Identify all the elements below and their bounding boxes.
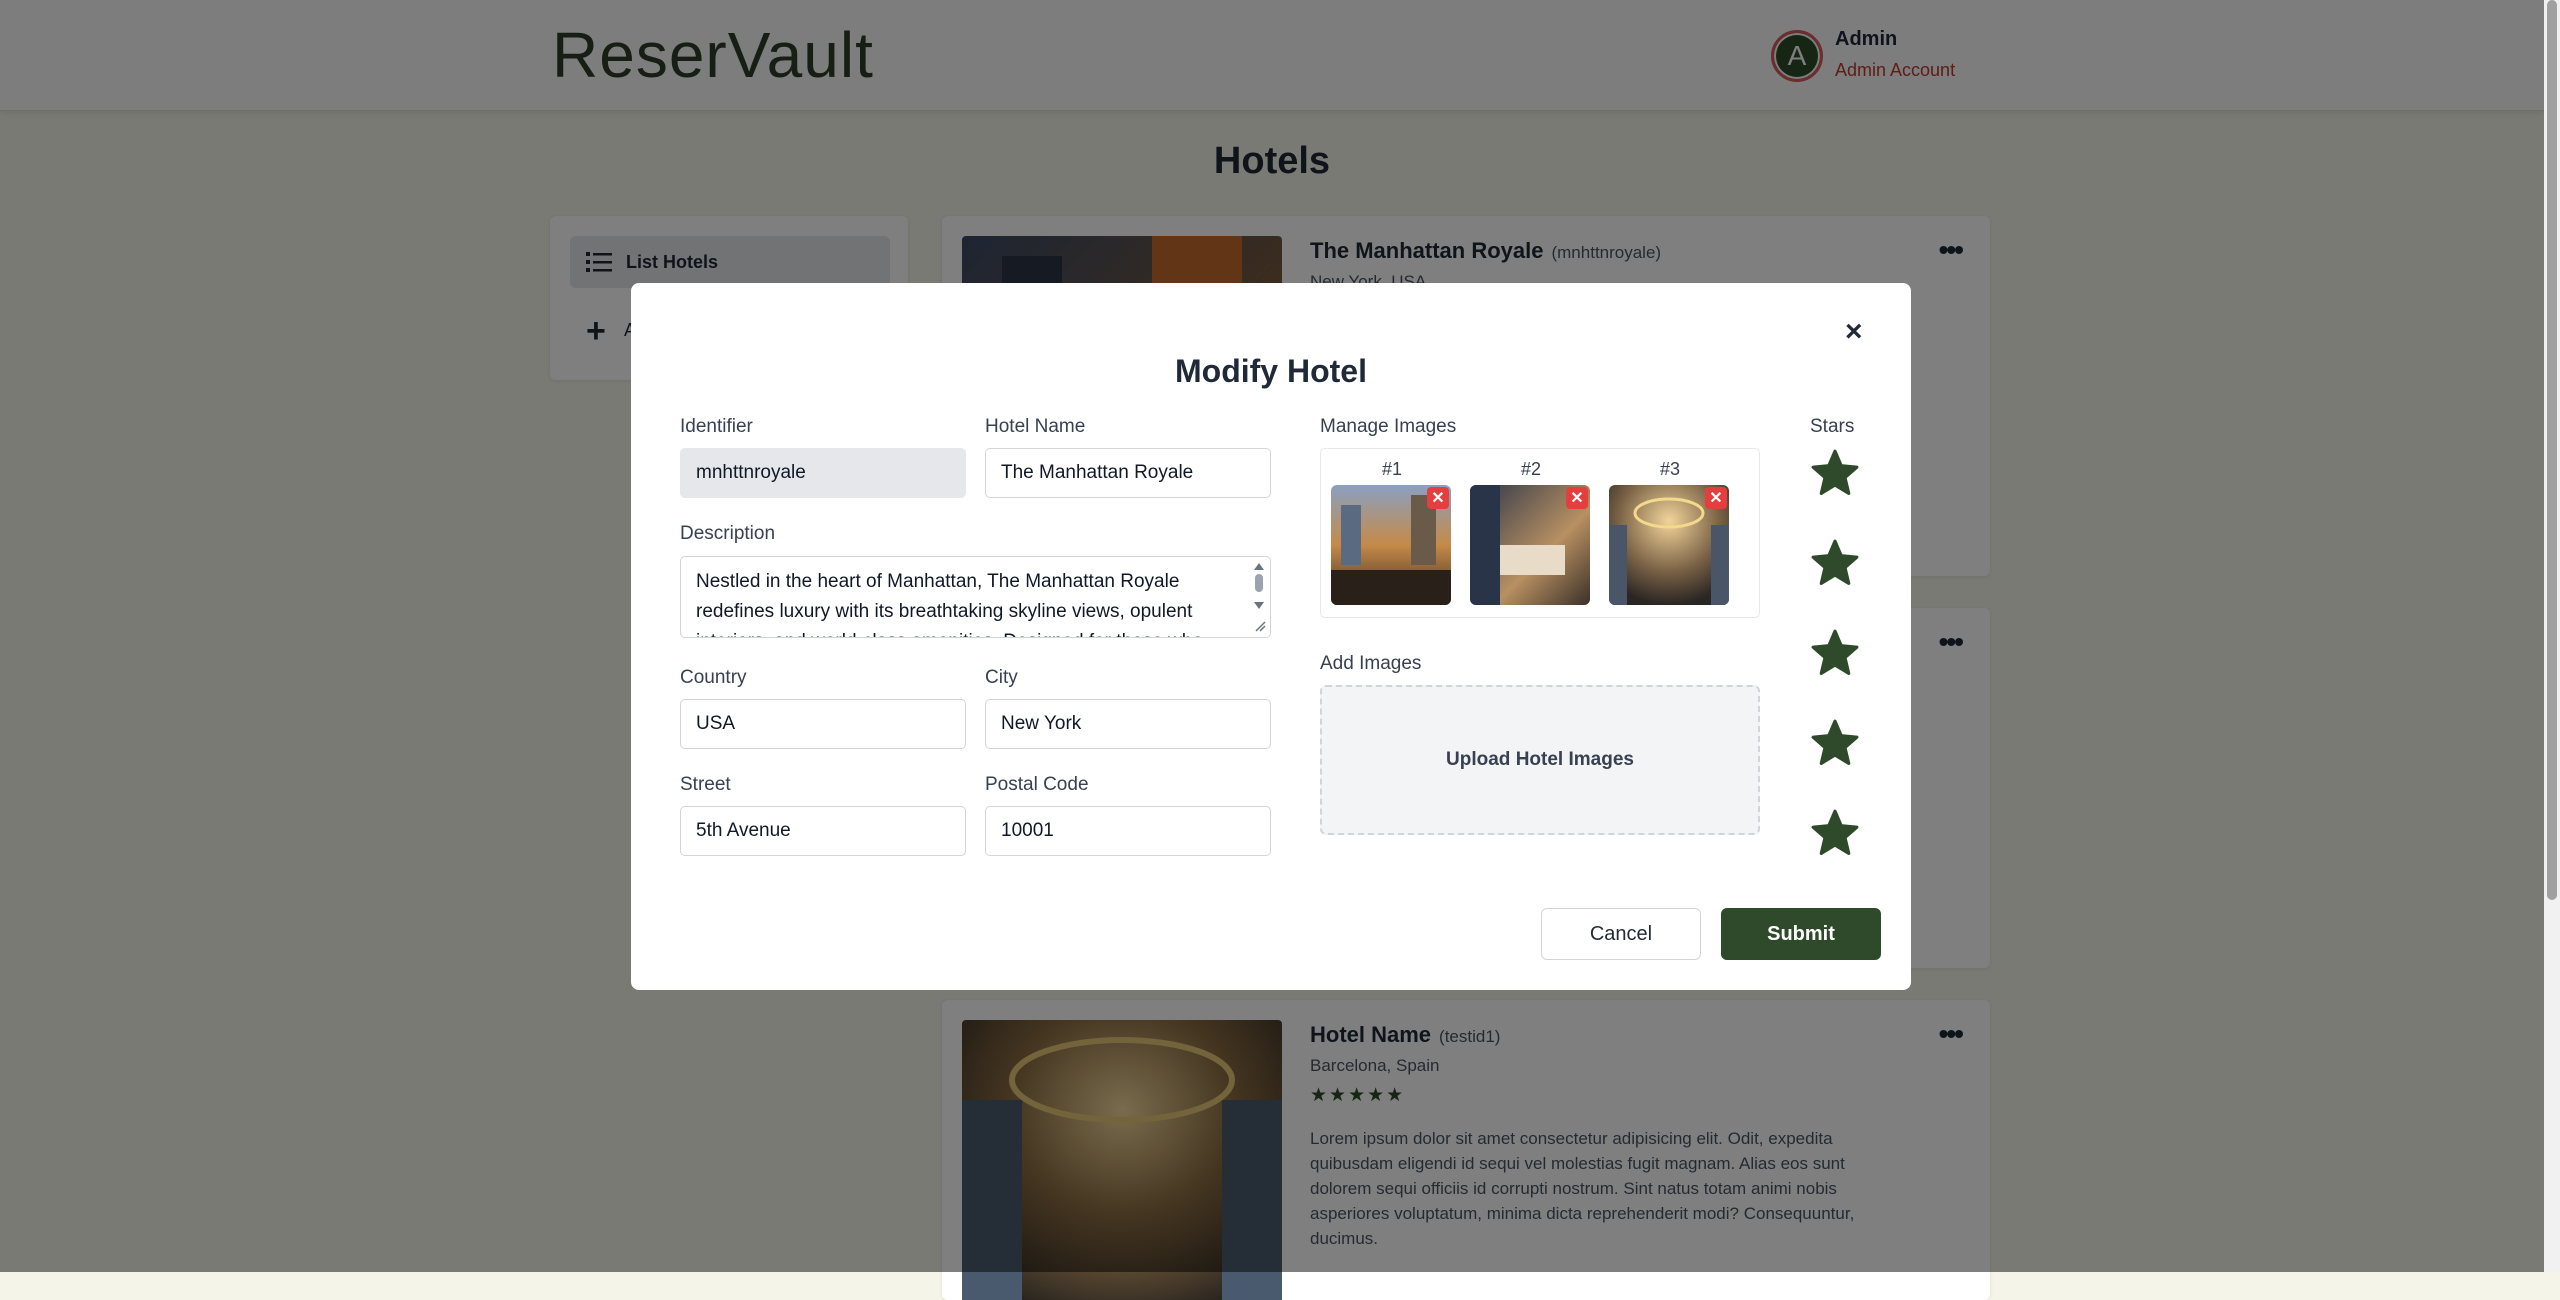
remove-image-icon[interactable]: ✕ xyxy=(1427,487,1449,509)
country-label: Country xyxy=(680,667,747,688)
identifier-label: Identifier xyxy=(680,416,753,437)
cancel-button[interactable]: Cancel xyxy=(1541,908,1701,960)
submit-button[interactable]: Submit xyxy=(1721,908,1881,960)
image-number: #3 xyxy=(1659,459,1681,479)
hotel-image-thumbnail[interactable]: ✕ xyxy=(1470,485,1590,605)
page-scrollbar[interactable] xyxy=(2544,0,2560,1272)
hotel-name-label: Hotel Name xyxy=(985,416,1086,437)
star-icon[interactable] xyxy=(1810,538,1860,588)
star-icon[interactable] xyxy=(1810,718,1860,768)
remove-image-icon[interactable]: ✕ xyxy=(1566,487,1588,509)
close-icon[interactable]: × xyxy=(1845,315,1863,349)
hotel-image-thumbnail[interactable]: ✕ xyxy=(1609,485,1729,605)
manage-images-panel: #1 ✕ #2 ✕ #3 ✕ xyxy=(1320,448,1760,618)
image-slot: #3 ✕ xyxy=(1609,459,1731,605)
star-icon[interactable] xyxy=(1810,808,1860,858)
postal-code-label: Postal Code xyxy=(985,774,1089,795)
modify-hotel-modal: × Modify Hotel Identifier mnhttnroyale H… xyxy=(631,283,1911,990)
street-label: Street xyxy=(680,774,731,795)
upload-label: Upload Hotel Images xyxy=(1446,749,1634,770)
country-field[interactable]: USA xyxy=(680,699,966,749)
identifier-field: mnhttnroyale xyxy=(680,448,966,498)
modal-title: Modify Hotel xyxy=(1175,353,1367,389)
hotel-image-thumbnail[interactable]: ✕ xyxy=(1331,485,1451,605)
remove-image-icon[interactable]: ✕ xyxy=(1705,487,1727,509)
upload-images-dropzone[interactable]: Upload Hotel Images xyxy=(1320,685,1760,835)
postal-code-field[interactable]: 10001 xyxy=(985,806,1271,856)
stars-label: Stars xyxy=(1810,416,1855,437)
street-field[interactable]: 5th Avenue xyxy=(680,806,966,856)
star-icon[interactable] xyxy=(1810,448,1860,498)
city-field[interactable]: New York xyxy=(985,699,1271,749)
image-slot: #2 ✕ xyxy=(1470,459,1592,605)
image-number: #2 xyxy=(1520,459,1542,479)
textarea-scrollbar[interactable] xyxy=(1252,561,1266,633)
city-label: City xyxy=(985,667,1018,688)
manage-images-label: Manage Images xyxy=(1320,416,1457,437)
description-label: Description xyxy=(680,523,776,544)
image-slot: #1 ✕ xyxy=(1331,459,1453,605)
add-images-label: Add Images xyxy=(1320,653,1422,674)
image-number: #1 xyxy=(1381,459,1403,479)
star-icon[interactable] xyxy=(1810,628,1860,678)
description-field[interactable]: Nestled in the heart of Manhattan, The M… xyxy=(680,556,1271,638)
hotel-name-field[interactable]: The Manhattan Royale xyxy=(985,448,1271,498)
scrollbar-thumb[interactable] xyxy=(2547,0,2557,900)
